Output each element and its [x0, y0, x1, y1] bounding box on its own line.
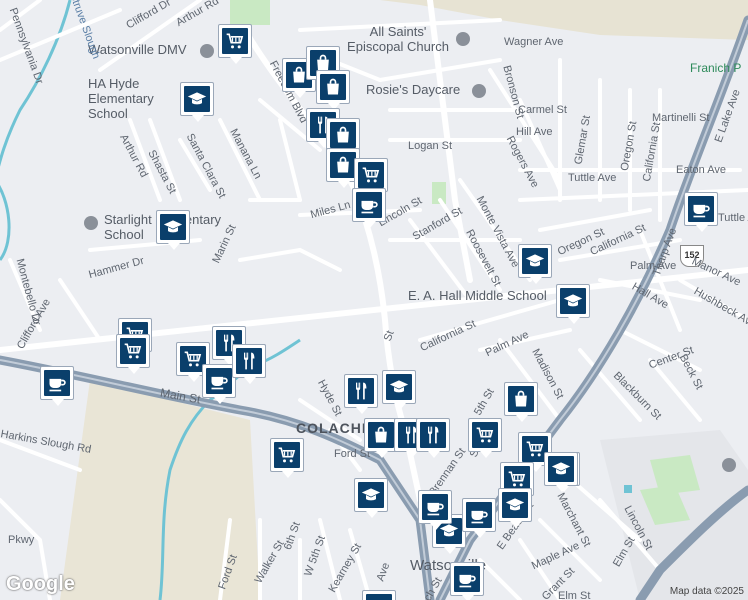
fork-icon — [236, 348, 262, 374]
map-marker-bag[interactable] — [504, 382, 538, 422]
map-marker-cart[interactable] — [354, 158, 388, 198]
bag-icon — [330, 152, 356, 178]
map-marker-cup[interactable] — [418, 490, 452, 530]
street-label: Tuttle Ave — [718, 212, 748, 224]
school-icon — [184, 86, 210, 112]
street-label: Logan St — [408, 140, 453, 152]
school-icon — [560, 288, 586, 314]
school-icon — [522, 248, 548, 274]
daycare-icon[interactable] — [472, 84, 486, 98]
map-marker-school[interactable] — [156, 210, 190, 250]
cup-icon — [44, 370, 70, 396]
map-marker-cup[interactable] — [40, 366, 74, 406]
cup-icon — [206, 368, 232, 394]
school-icon — [358, 482, 384, 508]
map-marker-cart[interactable] — [270, 438, 304, 478]
park-label-franich: Franich P — [690, 61, 742, 75]
map-marker-cup[interactable] — [352, 188, 386, 228]
place-label-hyde-school[interactable]: HA Hyde Elementary School — [88, 76, 188, 121]
fork-icon — [420, 422, 446, 448]
map-marker-bag[interactable] — [326, 118, 360, 158]
area-label-colache: COLACHE — [296, 420, 373, 436]
street-label: Carmel St — [518, 104, 567, 116]
bag-icon — [368, 422, 394, 448]
map-marker-school[interactable] — [544, 452, 578, 492]
map-marker-cart[interactable] — [116, 334, 150, 374]
place-label-dmv[interactable]: Watsonville DMV — [88, 43, 186, 56]
cart-icon — [120, 338, 146, 364]
government-icon[interactable] — [200, 44, 214, 58]
map-marker-bag[interactable] — [364, 418, 398, 458]
map-marker-school[interactable] — [518, 244, 552, 284]
street-label: Wagner Ave — [504, 36, 564, 48]
school-icon — [386, 374, 412, 400]
place-label-hall-school[interactable]: E. A. Hall Middle School — [408, 289, 547, 302]
map-marker-fork[interactable] — [416, 418, 450, 458]
place-label-church[interactable]: All Saints' Episcopal Church — [342, 24, 454, 54]
school-poi-icon[interactable] — [84, 216, 98, 230]
cart-icon — [222, 28, 248, 54]
map-marker-cup[interactable] — [684, 192, 718, 232]
gear-icon[interactable] — [722, 458, 736, 472]
cup-icon — [366, 594, 392, 600]
street-label: Pkwy — [8, 534, 35, 546]
map-marker-school[interactable] — [498, 488, 532, 528]
map-marker-school[interactable] — [382, 370, 416, 410]
cup-icon — [422, 494, 448, 520]
map-marker-cup[interactable] — [450, 562, 484, 600]
map-marker-fork[interactable] — [344, 374, 378, 414]
map-marker-fork[interactable] — [232, 344, 266, 384]
map-marker-cup[interactable] — [462, 498, 496, 538]
bag-icon — [508, 386, 534, 412]
street-label: Elm St — [558, 590, 591, 600]
school-icon — [160, 214, 186, 240]
map-marker-cup[interactable] — [362, 590, 396, 600]
bag-icon — [320, 74, 346, 100]
cup-icon — [466, 502, 492, 528]
cup-icon — [356, 192, 382, 218]
street-label: Palm Ave — [630, 260, 677, 272]
map-marker-bag[interactable] — [316, 70, 350, 110]
street-label: Tuttle Ave — [568, 172, 617, 184]
street-label: Eaton Ave — [676, 164, 726, 176]
cup-icon — [454, 566, 480, 592]
cart-icon — [472, 422, 498, 448]
map-marker-cup[interactable] — [202, 364, 236, 404]
map-attribution[interactable]: Map data ©2025 — [670, 586, 744, 597]
place-label-daycare[interactable]: Rosie's Daycare — [366, 83, 460, 96]
church-icon[interactable] — [456, 32, 470, 46]
fork-icon — [348, 378, 374, 404]
map-marker-cart[interactable] — [468, 418, 502, 458]
map-canvas[interactable]: 152 Watsonville DMV HA Hyde Elementary S… — [0, 0, 748, 600]
cup-icon — [688, 196, 714, 222]
street-label: Hill Ave — [516, 126, 553, 138]
bag-icon — [330, 122, 356, 148]
cart-icon — [358, 162, 384, 188]
cart-icon — [274, 442, 300, 468]
school-icon — [502, 492, 528, 518]
map-marker-school[interactable] — [354, 478, 388, 518]
map-marker-school[interactable] — [556, 284, 590, 324]
google-logo: Google — [6, 573, 75, 595]
school-icon — [548, 456, 574, 482]
map-marker-school[interactable] — [180, 82, 214, 122]
map-marker-cart[interactable] — [218, 24, 252, 64]
